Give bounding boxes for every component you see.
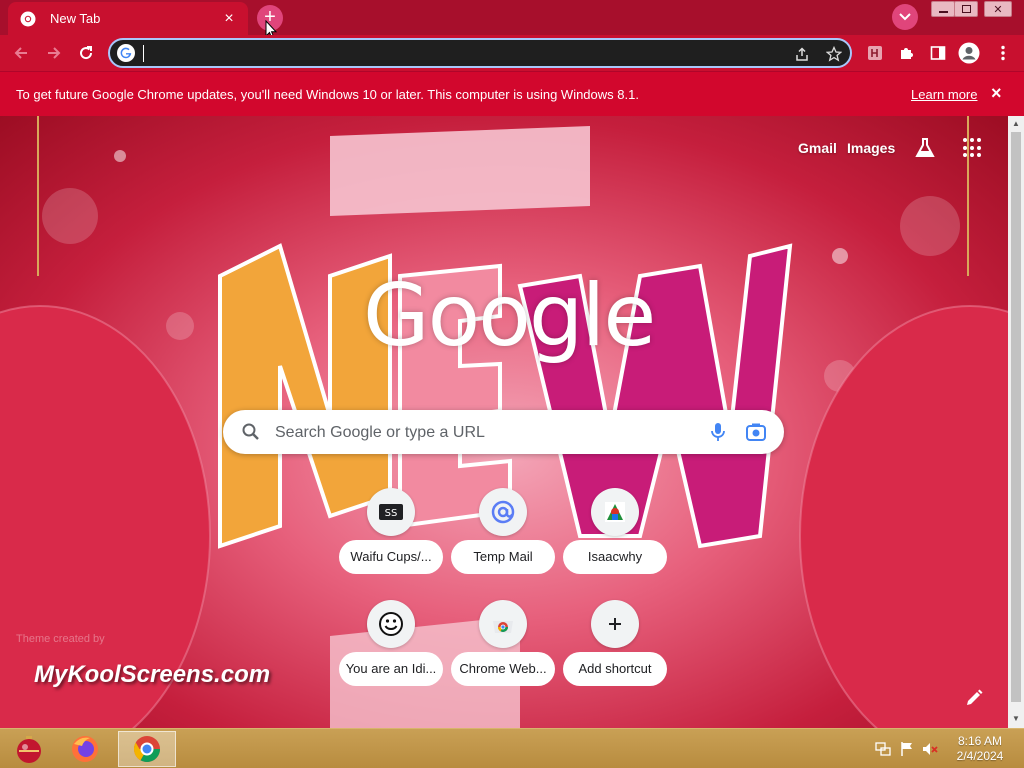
share-button[interactable] <box>792 44 812 64</box>
shortcut-label: Waifu Cups/... <box>339 540 443 574</box>
google-lens-camera-icon[interactable] <box>745 421 767 443</box>
waifu-cups-icon: SS <box>367 488 415 536</box>
close-window-button[interactable]: ✕ <box>983 0 1013 18</box>
action-center-flag-icon[interactable] <box>899 741 915 757</box>
isaacwhy-icon <box>591 488 639 536</box>
search-placeholder: Search Google or type a URL <box>275 424 485 441</box>
plus-icon <box>591 600 639 648</box>
shortcut-label: Isaacwhy <box>563 540 667 574</box>
scrollbar-thumb[interactable] <box>1011 132 1021 702</box>
back-button[interactable] <box>9 41 33 65</box>
toolbar <box>0 35 1024 71</box>
address-bar[interactable] <box>108 38 852 68</box>
taskbar: 8:16 AM 2/4/2024 <box>0 728 1024 768</box>
search-icon <box>242 423 259 440</box>
bookmark-star-button[interactable] <box>824 44 844 64</box>
extension-app-icon <box>868 46 882 60</box>
labs-flask-icon[interactable] <box>913 136 937 160</box>
infobar-message: To get future Google Chrome updates, you… <box>16 87 639 102</box>
address-input[interactable] <box>144 43 764 63</box>
google-g-icon <box>117 44 135 62</box>
restore-icon <box>961 5 971 13</box>
chrome-icon <box>133 736 161 763</box>
puzzle-piece-icon <box>901 48 913 59</box>
theme-credit: Theme created by <box>16 633 105 645</box>
images-link[interactable]: Images <box>847 140 895 156</box>
minimize-icon <box>938 11 948 13</box>
share-icon <box>796 47 808 61</box>
back-arrow-icon <box>14 47 27 59</box>
extensions-menu-button[interactable] <box>895 42 917 64</box>
scroll-up-arrow-icon[interactable]: ▲ <box>1012 119 1020 128</box>
firefox-icon <box>72 736 98 762</box>
google-apps-grid-icon[interactable] <box>963 138 983 158</box>
reload-icon <box>80 46 93 60</box>
svg-text:SS: SS <box>385 508 398 519</box>
infobar-close-button[interactable]: × <box>991 83 1002 104</box>
tab-new-tab[interactable]: New Tab × <box>8 2 248 35</box>
voice-search-mic-icon[interactable] <box>708 421 728 443</box>
chevron-down-icon <box>899 13 911 21</box>
taskbar-chrome[interactable] <box>118 731 176 767</box>
reload-button[interactable] <box>74 41 98 65</box>
smiley-icon <box>367 600 415 648</box>
shortcut-label: Chrome Web... <box>451 652 555 686</box>
shortcut-tile[interactable]: SS Waifu Cups/... <box>339 488 443 592</box>
chrome-web-store-icon <box>479 600 527 648</box>
add-shortcut-button[interactable]: Add shortcut <box>563 600 667 704</box>
clock-date: 2/4/2024 <box>956 749 1004 763</box>
side-panel-button[interactable] <box>927 42 949 64</box>
shortcut-tile[interactable]: Chrome Web... <box>451 600 555 704</box>
tab-search-button[interactable] <box>892 4 918 30</box>
extension-button[interactable] <box>864 42 886 64</box>
network-icon[interactable] <box>875 741 891 757</box>
shortcut-label: Add shortcut <box>563 652 667 686</box>
customize-pencil-icon[interactable] <box>962 686 986 710</box>
side-panel-icon <box>930 46 946 60</box>
gmail-link[interactable]: Gmail <box>798 140 837 156</box>
update-infobar: To get future Google Chrome updates, you… <box>0 71 1024 116</box>
close-icon: ✕ <box>993 3 1003 16</box>
taskbar-firefox[interactable] <box>56 731 114 767</box>
watermark: MyKoolScreens.com <box>34 661 271 688</box>
shortcut-tile[interactable]: Isaacwhy <box>563 488 667 592</box>
start-button[interactable] <box>0 731 58 767</box>
three-dots-vertical-icon <box>1001 45 1005 61</box>
restore-button[interactable] <box>950 0 982 18</box>
forward-arrow-icon <box>48 47 61 59</box>
title-bar: New Tab × + ✕ <box>0 0 1024 40</box>
shortcut-label: Temp Mail <box>451 540 555 574</box>
forward-button[interactable] <box>42 41 66 65</box>
temp-mail-icon <box>479 488 527 536</box>
tab-title: New Tab <box>50 11 101 26</box>
profile-button[interactable] <box>958 42 980 64</box>
chrome-menu-button[interactable] <box>992 42 1014 64</box>
shortcut-tile[interactable]: Temp Mail <box>451 488 555 592</box>
shortcut-label: You are an Idi... <box>339 652 443 686</box>
scroll-down-arrow-icon[interactable]: ▼ <box>1012 714 1020 723</box>
volume-muted-icon[interactable] <box>922 741 938 757</box>
chrome-tab-favicon-icon <box>20 11 36 26</box>
google-logo: Google <box>363 266 656 366</box>
new-tab-page: Gmail Images Google Search Google or typ… <box>0 116 1008 728</box>
shortcut-tile[interactable]: You are an Idi... <box>339 600 443 704</box>
ornament-start-icon <box>17 736 41 763</box>
ntp-search-box[interactable]: Search Google or type a URL <box>223 410 784 454</box>
tab-close-button[interactable]: × <box>220 10 238 28</box>
system-clock[interactable]: 8:16 AM 2/4/2024 <box>950 734 1010 764</box>
clock-time: 8:16 AM <box>957 734 1003 748</box>
avatar-icon <box>958 42 980 64</box>
vertical-scrollbar[interactable]: ▲ ▼ <box>1008 116 1024 728</box>
learn-more-link[interactable]: Learn more <box>911 87 977 102</box>
star-icon <box>826 46 842 62</box>
